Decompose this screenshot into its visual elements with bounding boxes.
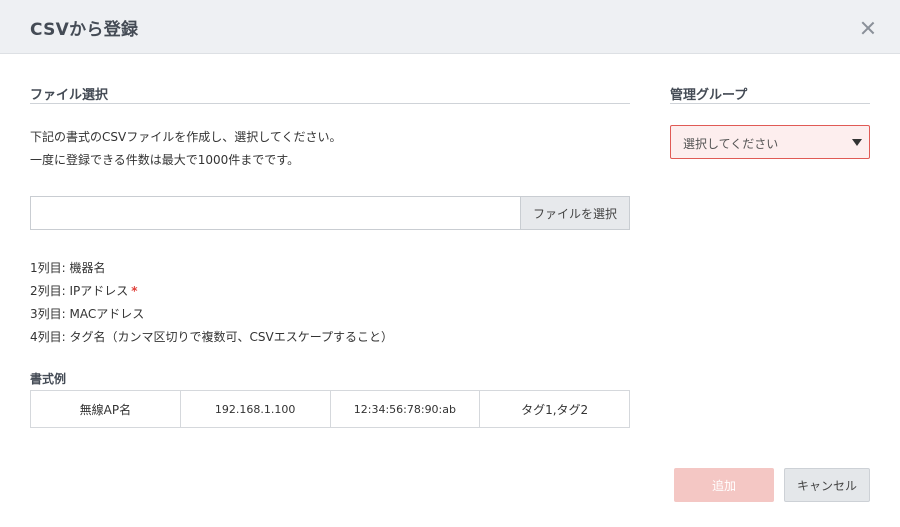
group-select[interactable]: 選択してください [670, 125, 870, 159]
dialog-header: CSVから登録 [0, 0, 900, 54]
cancel-button[interactable]: キャンセル [784, 468, 870, 502]
group-section-divider [670, 103, 870, 104]
group-select-value: 選択してください [683, 137, 779, 151]
example-cell-name: 無線AP名 [31, 391, 181, 427]
column-spec-4-text: 4列目: タグ名（カンマ区切りで複数可、CSVエスケープすること） [30, 330, 393, 344]
file-section-title: ファイル選択 [30, 88, 109, 103]
column-spec-2: 2列目: IPアドレス * [30, 282, 138, 299]
description-line-1: 下記の書式のCSVファイルを作成し、選択してください。 [30, 130, 342, 144]
column-spec-1-text: 1列目: 機器名 [30, 261, 106, 275]
example-title: 書式例 [30, 372, 67, 386]
required-mark: * [131, 284, 138, 298]
close-icon[interactable] [858, 18, 878, 38]
example-cell-mac: 12:34:56:78:90:ab [331, 391, 481, 427]
file-path-input[interactable] [30, 196, 521, 230]
csv-import-dialog: CSVから登録 ファイル選択 下記の書式のCSVファイルを作成し、選択してくださ… [0, 0, 900, 527]
column-spec-1: 1列目: 機器名 [30, 259, 106, 276]
column-spec-3-text: 3列目: MACアドレス [30, 307, 145, 321]
group-section-title: 管理グループ [670, 88, 748, 103]
file-section-divider [30, 103, 630, 104]
dialog-title: CSVから登録 [30, 20, 139, 40]
column-spec-3: 3列目: MACアドレス [30, 305, 144, 322]
add-button[interactable]: 追加 [674, 468, 774, 502]
column-spec-4: 4列目: タグ名（カンマ区切りで複数可、CSVエスケープすること） [30, 328, 393, 345]
example-cell-ip: 192.168.1.100 [181, 391, 331, 427]
description-line-2: 一度に登録できる件数は最大で1000件までです。 [30, 153, 300, 167]
column-spec-2-text: 2列目: IPアドレス [30, 284, 129, 298]
example-table: 無線AP名 192.168.1.100 12:34:56:78:90:ab タグ… [30, 390, 630, 428]
triangle-down-icon [852, 139, 862, 146]
example-cell-tags: タグ1,タグ2 [521, 402, 589, 417]
choose-file-button[interactable]: ファイルを選択 [520, 196, 630, 230]
